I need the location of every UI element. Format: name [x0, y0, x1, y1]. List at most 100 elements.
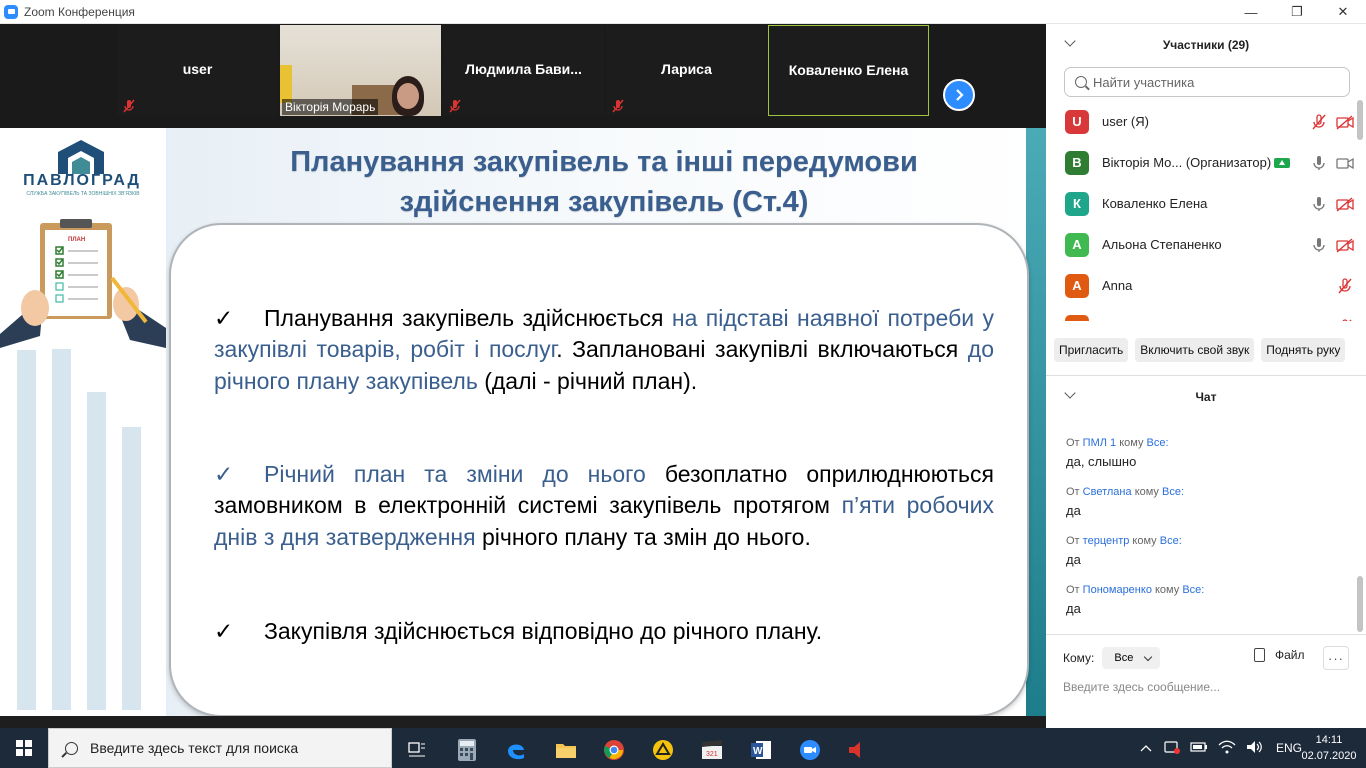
chat-message-input[interactable] — [1063, 676, 1353, 698]
logo-subtext: СЛУЖБА ЗАКУПІВЕЛЬ ТА ЗОВНІШНІХ ЗВ'ЯЗКІВ — [26, 191, 140, 197]
edge-app[interactable] — [496, 732, 536, 768]
file-explorer-app[interactable] — [546, 732, 586, 768]
slide-title-line-1: Планування закупівель та інші передумови — [290, 146, 918, 178]
avatar: В — [1065, 150, 1089, 175]
wifi-icon[interactable] — [1218, 740, 1236, 757]
video-on-icon[interactable] — [1336, 154, 1354, 172]
check-icon: ✓ — [214, 461, 234, 487]
participant-search-input[interactable] — [1093, 74, 1333, 90]
video-tile-user[interactable]: user — [117, 25, 278, 116]
participant-search[interactable] — [1064, 67, 1350, 97]
title-bar: Zoom Конференция — ❐ ✕ — [0, 0, 1366, 24]
message-text: да, слышно — [1066, 454, 1137, 469]
message-text: да — [1066, 503, 1081, 518]
message-text: да — [1066, 552, 1081, 567]
video-tile-larysa[interactable]: Лариса — [606, 25, 767, 116]
recipient-name[interactable]: Все: — [1147, 437, 1169, 449]
chat-header[interactable]: Чат — [1046, 379, 1366, 415]
volume-icon[interactable] — [1246, 740, 1264, 757]
file-icon — [1254, 648, 1265, 662]
mic-muted-icon — [123, 99, 135, 113]
close-button[interactable]: ✕ — [1320, 0, 1366, 24]
recipient-name[interactable]: Все: — [1160, 535, 1182, 547]
chat-messages: От ПМЛ 1 кому Все: да, слышно От Светлан… — [1046, 430, 1356, 630]
video-off-icon[interactable] — [1336, 113, 1354, 131]
video-off-icon[interactable] — [1336, 195, 1354, 213]
participant-row[interactable]: К Коваленко Елена — [1046, 183, 1354, 224]
slide-title-line-2: здійснення закупівель (Ст.4) — [399, 186, 809, 218]
chevron-down-icon[interactable] — [1064, 387, 1076, 399]
mic-muted-icon — [449, 99, 461, 113]
chevron-down-icon[interactable] — [1064, 35, 1076, 47]
slide-accent-bar — [1026, 128, 1046, 716]
video-strip: user Вікторія Морарь Людмила Бави... Лар… — [0, 24, 1046, 128]
chat-title: Чат — [1195, 390, 1217, 404]
recipient-name[interactable]: Все: — [1182, 584, 1204, 596]
chevron-up-icon[interactable] — [1140, 741, 1152, 755]
mic-muted-icon — [612, 99, 624, 113]
edge-icon — [508, 744, 524, 760]
participant-row[interactable]: В Вікторія Мо... (Организатор) — [1046, 142, 1354, 183]
archive-app[interactable] — [643, 732, 683, 768]
video-tile-kovalenko[interactable]: Коваленко Елена — [768, 25, 929, 116]
tile-name: Коваленко Елена — [788, 62, 909, 78]
mic-muted-icon[interactable] — [1336, 277, 1354, 295]
divider — [1046, 634, 1366, 635]
battery-icon[interactable] — [1190, 741, 1208, 756]
file-button[interactable]: Файл — [1254, 648, 1305, 662]
mic-icon[interactable] — [1310, 154, 1328, 172]
media-app[interactable]: 321 — [692, 732, 732, 768]
sender-name[interactable]: ПМЛ 1 — [1083, 437, 1116, 449]
speaker-app[interactable] — [836, 732, 876, 768]
invite-button[interactable]: Пригласить — [1054, 338, 1129, 362]
slide-title: Планування закупівель та інші передумови… — [200, 142, 1008, 222]
recipient-select[interactable]: Все — [1102, 647, 1161, 669]
sender-name[interactable]: Пономаренко — [1083, 584, 1152, 596]
avatar: U — [1065, 109, 1089, 134]
more-options-button[interactable]: ··· — [1323, 646, 1349, 670]
taskbar-search[interactable]: Введите здесь текст для поиска — [48, 728, 392, 768]
participant-row[interactable]: А Альона Степаненко — [1046, 224, 1354, 265]
participant-row[interactable]: A Anna — [1046, 265, 1354, 306]
chrome-app[interactable] — [594, 732, 634, 768]
participants-scrollbar[interactable] — [1357, 100, 1363, 140]
raise-hand-button[interactable]: Поднять руку — [1261, 338, 1346, 362]
mic-icon[interactable] — [1310, 195, 1328, 213]
video-off-icon[interactable] — [1336, 236, 1354, 254]
recipient-name[interactable]: Все: — [1162, 486, 1184, 498]
taskbar-clock[interactable]: 14:11 02.07.2020 — [1296, 732, 1362, 764]
word-app[interactable]: W — [741, 732, 781, 768]
unmute-self-button[interactable]: Включить свой звук — [1135, 338, 1255, 362]
svg-text:W: W — [753, 746, 763, 757]
side-panel: Участники (29) U user (Я) В Вікторія Мо.… — [1046, 24, 1366, 728]
video-tile-liudmyla[interactable]: Людмила Бави... — [443, 25, 604, 116]
calculator-app[interactable] — [447, 732, 487, 768]
participants-header[interactable]: Участники (29) — [1046, 27, 1366, 63]
mic-muted-icon[interactable] — [1336, 318, 1354, 321]
clipboard-label: ПЛАН — [68, 237, 85, 243]
participant-actions: Пригласить Включить свой звук Поднять ру… — [1054, 338, 1346, 362]
task-view-button[interactable] — [397, 732, 437, 768]
task-view-icon — [408, 742, 425, 757]
participant-row[interactable]: U user (Я) — [1046, 101, 1354, 142]
start-button[interactable] — [0, 728, 48, 768]
participant-name: Вікторія Мо... (Организатор) — [1102, 155, 1272, 170]
zoom-window: Zoom Конференция — ❐ ✕ user Вікторія Мор… — [0, 0, 1366, 768]
chat-scrollbar[interactable] — [1357, 576, 1363, 632]
maximize-button[interactable]: ❐ — [1274, 0, 1320, 24]
minimize-button[interactable]: — — [1228, 0, 1274, 24]
sender-name[interactable]: терцентр — [1083, 535, 1130, 547]
mic-muted-icon[interactable] — [1310, 113, 1328, 131]
window-title: Zoom Конференция — [24, 4, 135, 19]
sender-name[interactable]: Светлана — [1083, 486, 1132, 498]
chat-message: От терцентр кому Все: да — [1046, 528, 1356, 577]
next-page-button[interactable] — [943, 79, 975, 111]
zoom-app[interactable] — [790, 732, 830, 768]
video-tile-viktoriia[interactable]: Вікторія Морарь — [280, 25, 441, 116]
chevron-right-icon — [956, 89, 964, 101]
shared-screen: ПАВЛОГРАД СЛУЖБА ЗАКУПІВЕЛЬ ТА ЗОВНІШНІХ… — [0, 128, 1046, 716]
mic-icon[interactable] — [1310, 236, 1328, 254]
message-text: да — [1066, 601, 1081, 616]
recording-icon[interactable] — [1164, 740, 1180, 757]
participant-row[interactable] — [1046, 306, 1354, 321]
